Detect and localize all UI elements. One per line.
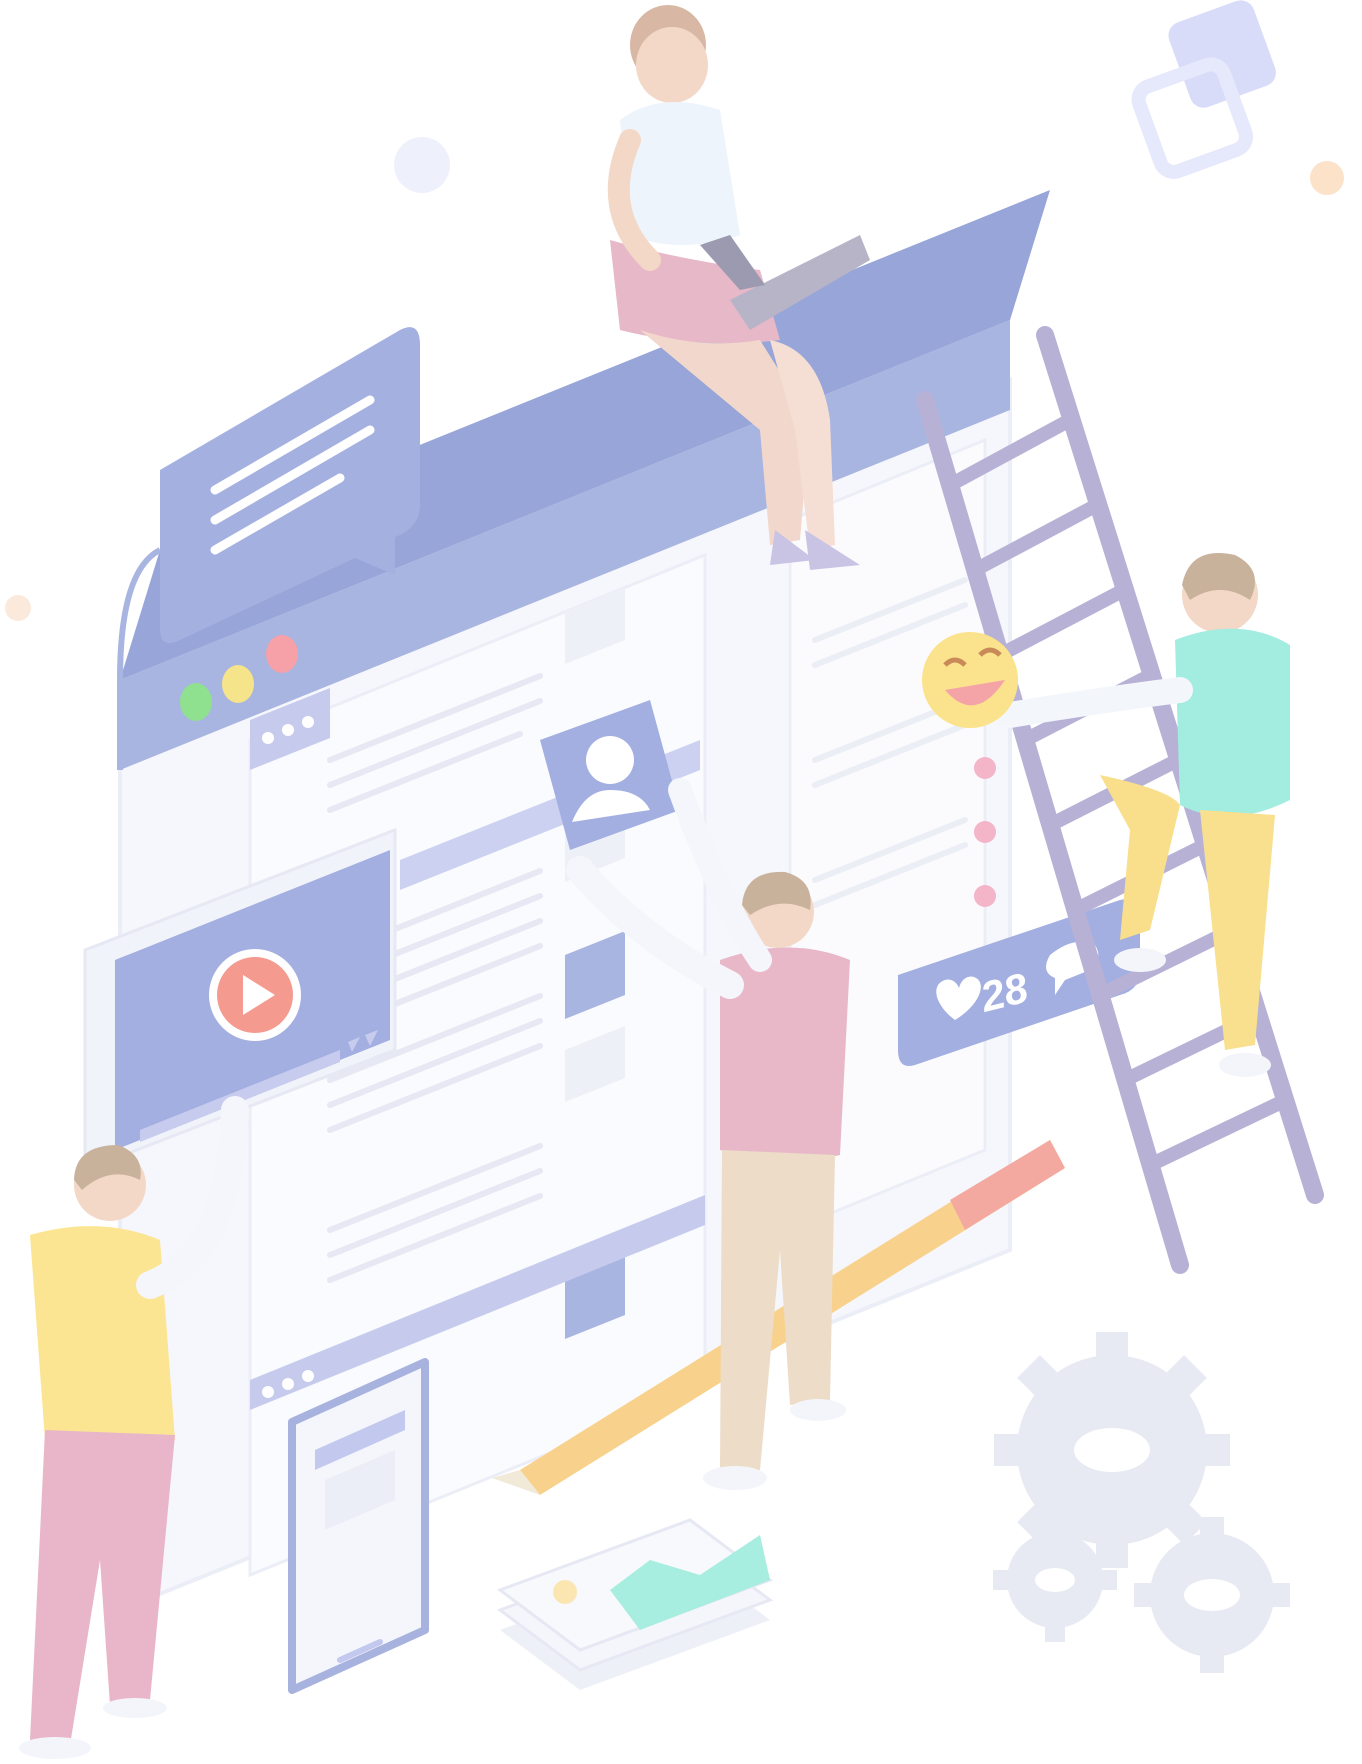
hero-illustration: 28 bbox=[0, 0, 1362, 1764]
overlapping-squares-icon bbox=[1131, 0, 1276, 179]
book-stack bbox=[496, 1518, 774, 1690]
illustration-canvas: 28 bbox=[5, 0, 1344, 1759]
laughing-emoji-icon bbox=[922, 632, 1018, 728]
tablet-device bbox=[288, 1358, 429, 1694]
gear-icon bbox=[993, 1332, 1290, 1673]
